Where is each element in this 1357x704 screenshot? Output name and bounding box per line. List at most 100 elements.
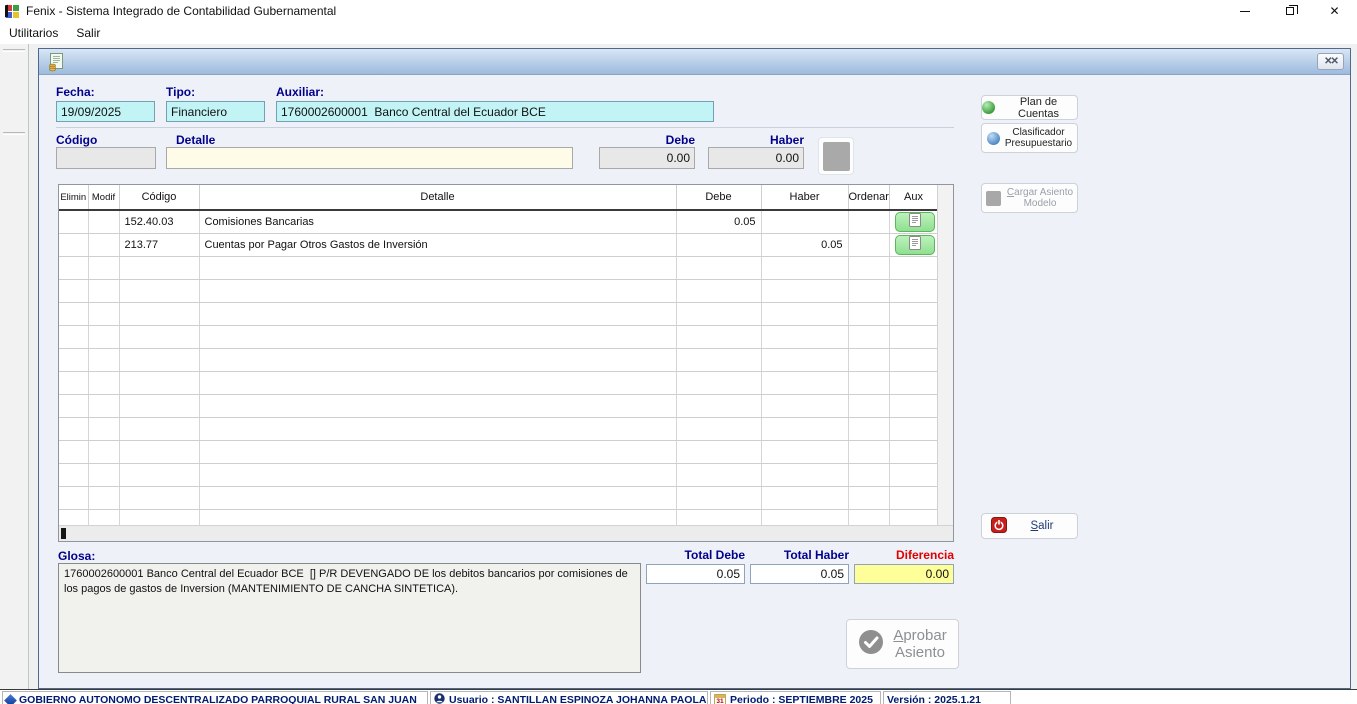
entry-row[interactable]: 152.40.03Comisiones Bancarias0.05: [59, 210, 938, 233]
column-header-0: Elimin: [59, 185, 88, 210]
cell-ordenar: [848, 256, 889, 279]
power-icon: [991, 517, 1007, 536]
horizontal-scrollbar[interactable]: [59, 525, 953, 541]
restore-icon: [1286, 7, 1294, 15]
codigo-entry-label: Código: [56, 133, 97, 147]
codigo-entry-input[interactable]: [56, 147, 156, 169]
cell-codigo: 152.40.03: [119, 210, 199, 233]
cell-haber: [761, 371, 848, 394]
entry-row[interactable]: 213.77Cuentas por Pagar Otros Gastos de …: [59, 233, 938, 256]
aux-notepad-button[interactable]: [895, 235, 935, 255]
app-icon: [4, 3, 20, 19]
tipo-input[interactable]: [166, 101, 265, 122]
debe-entry-label: Debe: [599, 133, 695, 147]
cell-modif: [88, 302, 119, 325]
column-header-7: Aux: [889, 185, 938, 210]
menu-salir[interactable]: Salir: [67, 23, 109, 43]
cell-debe: [676, 417, 761, 440]
cell-haber: [761, 440, 848, 463]
cell-modif: [88, 233, 119, 256]
column-header-5: Haber: [761, 185, 848, 210]
vertical-scrollbar[interactable]: [937, 185, 953, 526]
cell-debe: [676, 325, 761, 348]
cell-aux: [889, 302, 938, 325]
usuario-text: Usuario : SANTILLAN ESPINOZA JOHANNA PAO…: [449, 694, 706, 704]
cell-modif: [88, 463, 119, 486]
glosa-textarea[interactable]: 1760002600001 Banco Central del Ecuador …: [58, 563, 641, 673]
clasificador-presupuestario-button[interactable]: Clasificador Presupuestario: [981, 123, 1078, 153]
left-panel: [0, 44, 29, 689]
cell-haber: [761, 325, 848, 348]
cell-ordenar: [848, 302, 889, 325]
cell-elimin: [59, 256, 88, 279]
cell-codigo: [119, 417, 199, 440]
splitter-grip[interactable]: [3, 132, 25, 135]
cell-ordenar: [848, 279, 889, 302]
aprobar-asiento-button[interactable]: Aprobar Asiento: [846, 619, 959, 669]
institution-icon: [4, 694, 17, 704]
entries-table-body: 152.40.03Comisiones Bancarias0.05213.77C…: [59, 210, 938, 532]
notepad-icon: [909, 213, 921, 230]
child-close-button[interactable]: ✕✕: [1317, 53, 1344, 70]
cell-aux: [889, 417, 938, 440]
cell-elimin: [59, 348, 88, 371]
cell-modif: [88, 279, 119, 302]
restore-button[interactable]: [1267, 0, 1312, 22]
empty-row: [59, 348, 938, 371]
empty-row: [59, 417, 938, 440]
cell-codigo: [119, 325, 199, 348]
cargar-asiento-modelo-button[interactable]: Cargar Asiento Modelo: [981, 183, 1078, 213]
cell-ordenar: [848, 440, 889, 463]
cell-detalle: [199, 325, 676, 348]
detalle-entry-input[interactable]: [166, 147, 573, 169]
cell-ordenar: [848, 348, 889, 371]
cell-modif: [88, 440, 119, 463]
menubar: Utilitarios Salir: [0, 22, 1357, 44]
cell-debe: [676, 256, 761, 279]
column-header-1: Modif: [88, 185, 119, 210]
child-close-icon: ✕✕: [1324, 56, 1337, 67]
calendar-icon: 31: [714, 694, 726, 704]
statusbar-entity: GOBIERNO AUTONOMO DESCENTRALIZADO PARROQ…: [2, 691, 428, 704]
green-sphere-icon: [982, 101, 995, 114]
cell-detalle: [199, 394, 676, 417]
glosa-label: Glosa:: [58, 549, 95, 563]
divider: [56, 127, 954, 128]
cell-detalle: [199, 348, 676, 371]
cell-modif: [88, 325, 119, 348]
cell-haber: [761, 256, 848, 279]
cell-aux: [889, 279, 938, 302]
cell-ordenar: [848, 210, 889, 233]
minimize-button[interactable]: [1222, 0, 1267, 22]
statusbar-usuario: Usuario : SANTILLAN ESPINOZA JOHANNA PAO…: [430, 691, 708, 704]
cell-aux: [889, 486, 938, 509]
gray-square-icon: [986, 191, 1001, 206]
close-button[interactable]: ✕: [1312, 0, 1357, 22]
cell-codigo: [119, 463, 199, 486]
cell-codigo: [119, 256, 199, 279]
clasificador-label: Clasificador Presupuestario: [1005, 127, 1072, 150]
cell-ordenar: [848, 463, 889, 486]
cell-haber: [761, 486, 848, 509]
splitter-grip[interactable]: [3, 49, 25, 52]
cell-modif: [88, 417, 119, 440]
fecha-input[interactable]: [56, 101, 155, 122]
empty-row: [59, 325, 938, 348]
cell-ordenar: [848, 486, 889, 509]
haber-entry-input[interactable]: [708, 147, 804, 169]
add-entry-button[interactable]: [818, 137, 854, 175]
aux-notepad-button[interactable]: [895, 212, 935, 232]
cell-ordenar: [848, 371, 889, 394]
version-text: Versión : 2025.1.21: [887, 694, 981, 704]
menu-utilitarios[interactable]: Utilitarios: [0, 23, 67, 43]
gray-square-icon: [823, 142, 850, 171]
auxiliar-input[interactable]: [276, 101, 714, 122]
salir-label: Salir: [1007, 520, 1077, 532]
debe-entry-input[interactable]: [599, 147, 695, 169]
total-debe-field: [646, 564, 745, 584]
h-scroll-thumb[interactable]: [61, 528, 66, 539]
cell-modif: [88, 256, 119, 279]
salir-button[interactable]: Salir: [981, 513, 1078, 539]
cell-detalle: Comisiones Bancarias: [199, 210, 676, 233]
plan-de-cuentas-button[interactable]: Plan de Cuentas: [981, 95, 1078, 120]
